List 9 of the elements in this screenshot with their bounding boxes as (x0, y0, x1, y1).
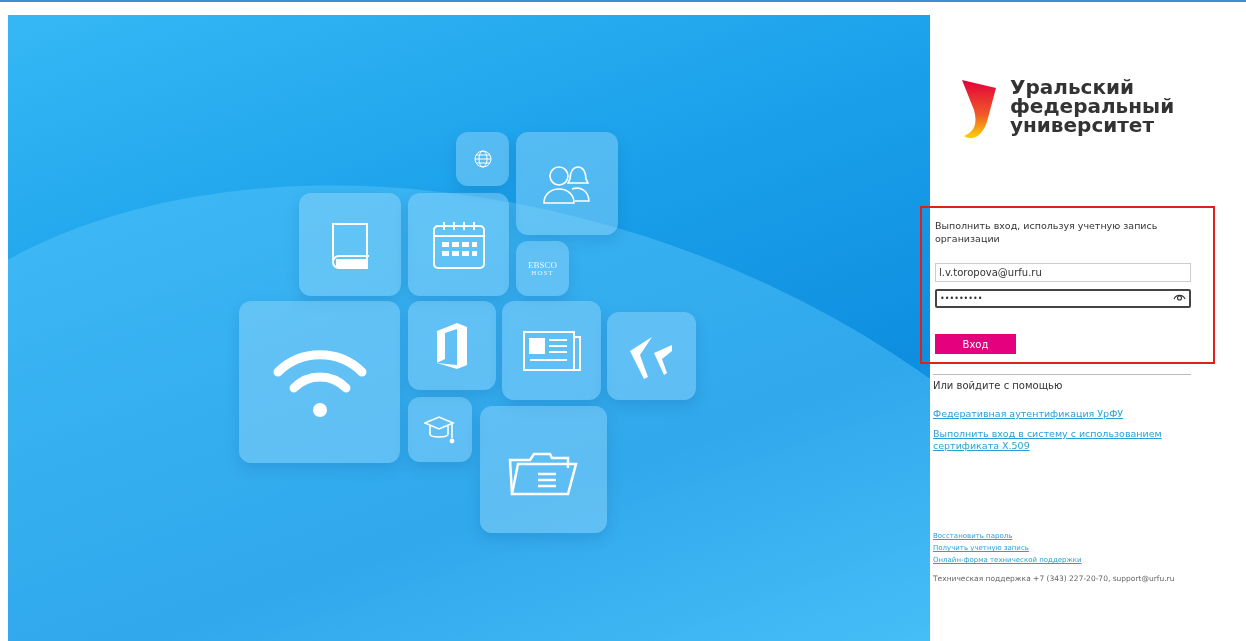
alternative-heading: Или войдите с помощью (933, 380, 1064, 391)
university-name: Уральский федеральный университет (1010, 78, 1175, 139)
sign-in-link[interactable]: Выполнить вход в систему с использованием сертификата X.509 (933, 428, 1193, 452)
login-button[interactable]: Вход (935, 334, 1016, 354)
login-prompt: Выполнить вход, используя учетную запись организации (935, 219, 1159, 245)
sign-in-link[interactable]: Федеративная аутентификация УрФУ (933, 408, 1193, 420)
ebsco-label: EBSCO (528, 260, 557, 270)
username-field[interactable]: l.v.toropova@urfu.ru (935, 263, 1191, 282)
password-field[interactable]: ••••••••• (935, 289, 1191, 308)
